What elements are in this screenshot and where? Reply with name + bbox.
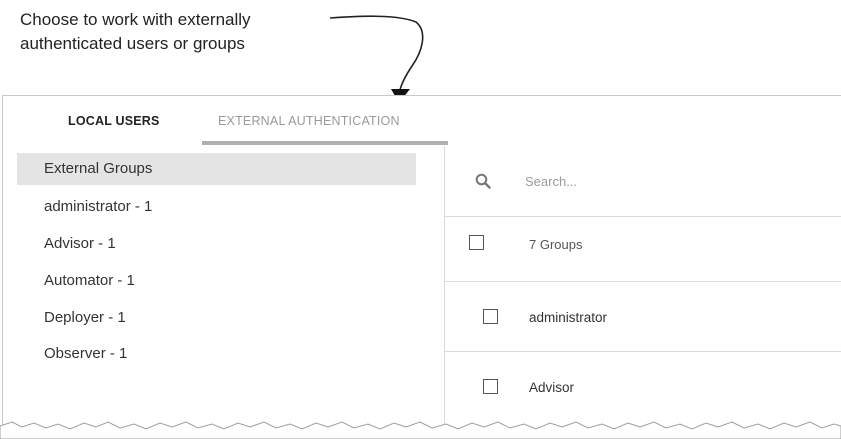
groups-header-row: 7 Groups <box>445 217 841 282</box>
sidebar-item-observer[interactable]: Observer - 1 <box>17 338 416 370</box>
search-icon <box>475 173 491 189</box>
active-tab-indicator <box>202 141 448 145</box>
sidebar-item-administrator[interactable]: administrator - 1 <box>17 191 416 223</box>
sidebar-item-external-groups[interactable]: External Groups <box>17 153 416 185</box>
sidebar-item-automator[interactable]: Automator - 1 <box>17 265 416 297</box>
groups-main-area: 7 Groups administrator Advisor <box>445 146 841 434</box>
group-sidebar: External Groups administrator - 1 Adviso… <box>3 146 445 434</box>
search-input[interactable] <box>525 166 825 196</box>
tab-bar: LOCAL USERS EXTERNAL AUTHENTICATION <box>3 96 841 146</box>
annotation-callout: Choose to work with externally authentic… <box>20 8 360 56</box>
callout-line-1: Choose to work with externally <box>20 10 251 29</box>
select-all-checkbox[interactable] <box>469 235 484 250</box>
groups-count-label: 7 Groups <box>529 237 583 252</box>
group-name: Advisor <box>529 380 575 395</box>
group-name: administrator <box>529 310 608 325</box>
sidebar-item-deployer[interactable]: Deployer - 1 <box>17 302 416 334</box>
sidebar-item-advisor[interactable]: Advisor - 1 <box>17 228 416 260</box>
user-management-panel: LOCAL USERS EXTERNAL AUTHENTICATION Exte… <box>2 95 841 434</box>
row-checkbox-advisor[interactable] <box>483 379 498 394</box>
table-row[interactable]: administrator <box>445 282 841 352</box>
tab-local-users[interactable]: LOCAL USERS <box>68 114 160 128</box>
tab-external-authentication[interactable]: EXTERNAL AUTHENTICATION <box>218 114 400 128</box>
callout-line-2: authenticated users or groups <box>20 34 245 53</box>
search-bar <box>445 146 841 217</box>
curved-arrow-icon <box>329 15 424 103</box>
torn-edge-divider <box>0 421 841 439</box>
row-checkbox-administrator[interactable] <box>483 309 498 324</box>
